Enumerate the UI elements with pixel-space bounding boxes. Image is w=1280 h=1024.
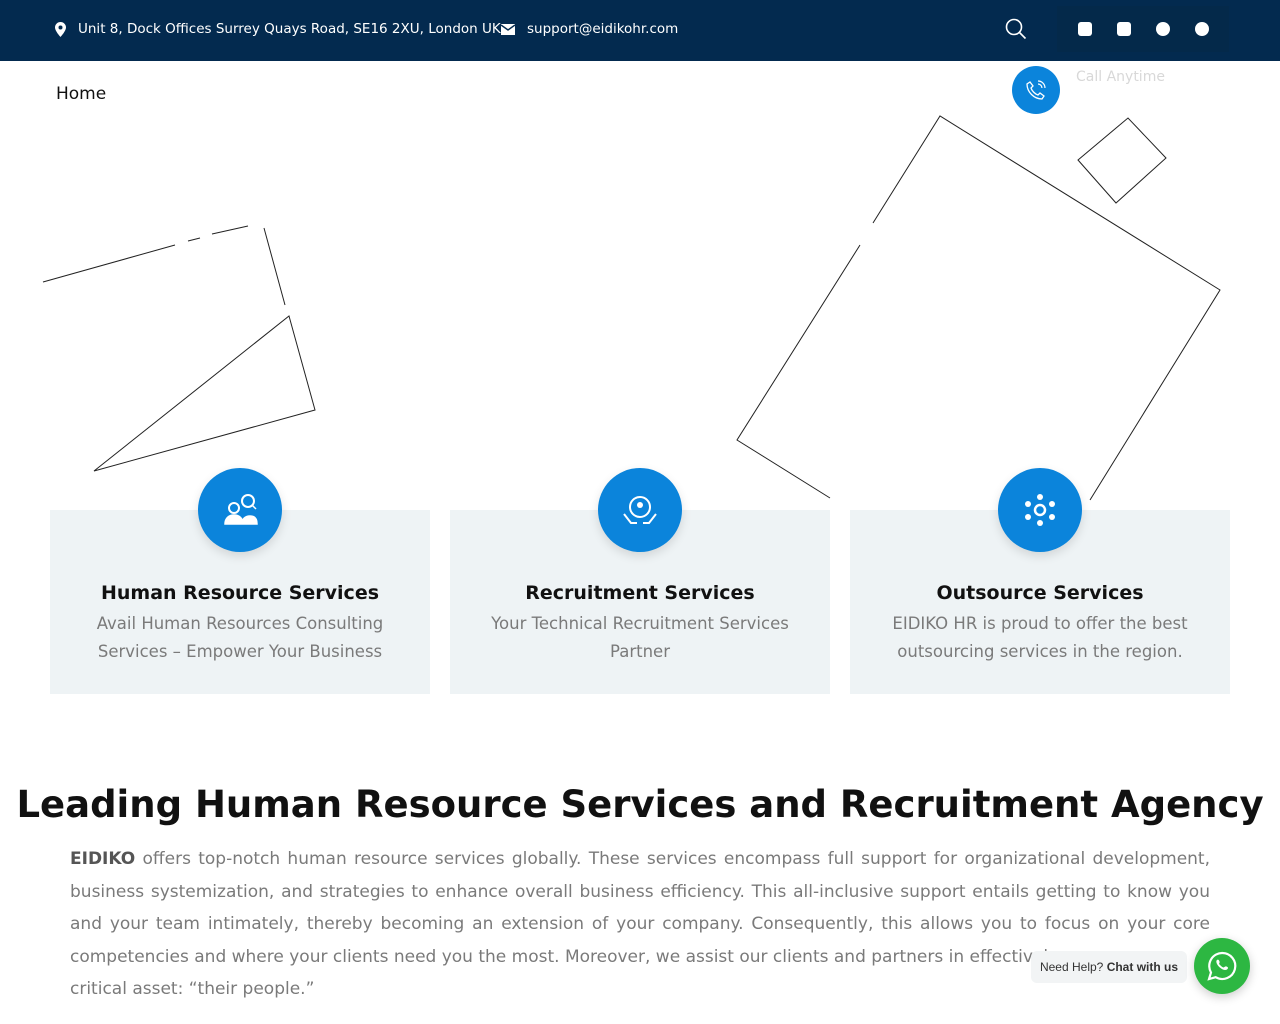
card-recruitment[interactable]: Recruitment Services Your Technical Recr… [450,468,830,694]
chat-cta[interactable]: Chat with us [1107,960,1178,974]
section-heading: Leading Human Resource Services and Recr… [16,783,1264,826]
card-title: Outsource Services [936,582,1144,604]
whatsapp-button[interactable] [1194,938,1250,994]
card-title: Recruitment Services [525,582,755,604]
about-body: offers top-notch human resource services… [70,849,1210,967]
chat-help-bubble[interactable]: Need Help? Chat with us [1031,951,1187,983]
card-outsource[interactable]: Outsource Services EIDIKO HR is proud to… [850,468,1230,694]
brand-name: EIDIKO [70,849,136,869]
hr-people-icon [198,468,282,552]
decorative-shapes [42,115,1221,501]
whatsapp-icon [1207,951,1237,981]
chat-prefix: Need Help? [1039,960,1104,974]
recruitment-icon [598,468,682,552]
about-body-end: critical asset: “their people.” [70,979,315,999]
card-text: Avail Human Resources Consulting Service… [96,614,384,661]
card-text: EIDIKO HR is proud to offer the best out… [892,614,1188,661]
card-title: Human Resource Services [100,582,380,604]
card-text: Your Technical Recruitment Services Part… [491,614,789,661]
card-human-resource[interactable]: Human Resource Services Avail Human Reso… [50,468,430,694]
network-gear-icon [998,468,1082,552]
